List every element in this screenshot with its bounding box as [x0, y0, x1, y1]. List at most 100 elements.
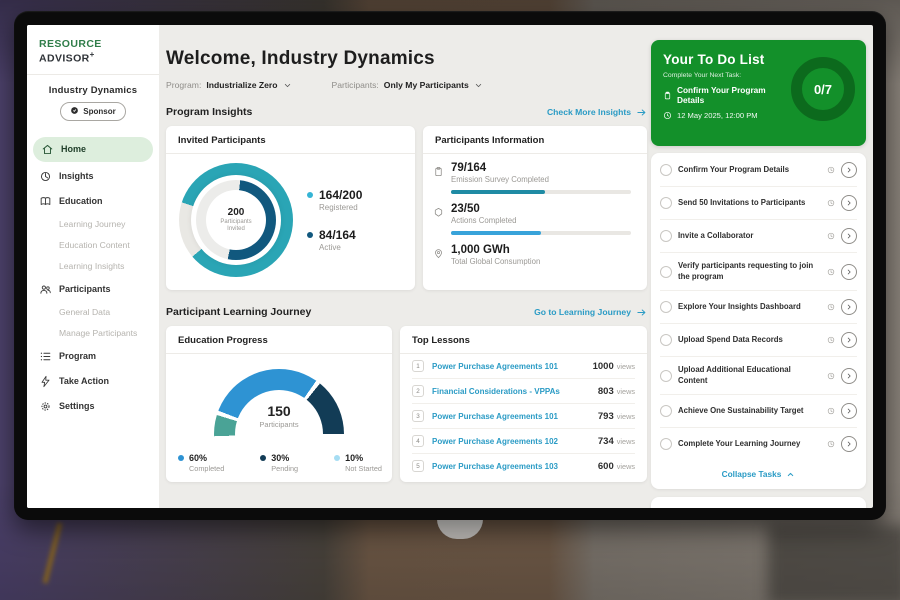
task-open-button[interactable] — [841, 195, 857, 211]
task-row-upload-educational-content[interactable]: Upload Additional Educational Content — [660, 357, 857, 395]
top-lessons-card: Top Lessons 1 Power Purchase Agreements … — [400, 326, 647, 482]
task-checkbox[interactable] — [660, 164, 672, 176]
task-label: Verify participants requesting to join t… — [678, 261, 821, 282]
chevron-right-icon — [845, 336, 853, 344]
task-row-complete-learning-journey[interactable]: Complete Your Learning Journey — [660, 428, 857, 460]
check-more-insights-link[interactable]: Check More Insights — [547, 107, 647, 118]
task-open-button[interactable] — [841, 436, 857, 452]
filters-row: Program: Industrialize Zero Participants… — [166, 80, 647, 90]
book-icon — [39, 195, 52, 208]
sidebar-item-program[interactable]: Program — [27, 344, 159, 369]
people-icon — [39, 283, 52, 296]
sponsor-badge-label: Sponsor — [83, 107, 115, 116]
insights-cards-row: Invited Participants 200 Participants In… — [166, 126, 647, 290]
program-filter-label: Program: — [166, 80, 201, 90]
task-checkbox[interactable] — [660, 301, 672, 313]
task-open-button[interactable] — [841, 332, 857, 348]
sponsor-badge[interactable]: Sponsor — [60, 102, 126, 121]
task-open-button[interactable] — [841, 368, 857, 384]
task-open-button[interactable] — [841, 299, 857, 315]
participants-filter-value: Only My Participants — [384, 80, 469, 90]
sidebar-item-general-data[interactable]: General Data — [27, 302, 159, 323]
chevron-right-icon — [845, 166, 853, 174]
sidebar-item-education[interactable]: Education — [27, 189, 159, 214]
stat-label: Emission Survey Completed — [451, 175, 549, 184]
legend-value: 84/164 — [319, 228, 356, 242]
donut-center-label: Participants Invited — [214, 219, 258, 234]
clock-icon — [827, 407, 835, 415]
program-insights-header: Program Insights Check More Insights — [166, 106, 647, 118]
task-checkbox[interactable] — [660, 438, 672, 450]
lesson-rank: 4 — [412, 435, 424, 447]
task-open-button[interactable] — [841, 162, 857, 178]
legend-label: Registered — [319, 203, 362, 212]
main-content: Welcome, Industry Dynamics Program: Indu… — [166, 25, 647, 508]
participants-filter[interactable]: Participants: Only My Participants — [332, 80, 483, 90]
task-row-invite-collaborator[interactable]: Invite a Collaborator — [660, 220, 857, 253]
legend-completed: 60% Completed — [178, 453, 224, 473]
stat-value: 23/50 — [451, 203, 516, 215]
go-to-learning-journey-link[interactable]: Go to Learning Journey — [534, 307, 647, 318]
task-checkbox[interactable] — [660, 230, 672, 242]
task-open-button[interactable] — [841, 228, 857, 244]
lesson-link[interactable]: Power Purchase Agreements 101 — [432, 412, 598, 421]
sidebar-item-education-content[interactable]: Education Content — [27, 235, 159, 256]
task-checkbox[interactable] — [660, 197, 672, 209]
lesson-link[interactable]: Power Purchase Agreements 103 — [432, 462, 598, 471]
logo-resource: RESOURCE — [39, 38, 102, 50]
task-checkbox[interactable] — [660, 334, 672, 346]
task-checkbox[interactable] — [660, 370, 672, 382]
todo-task-list: Confirm Your Program Details Send 50 Inv… — [651, 153, 866, 489]
legend-dot — [178, 455, 184, 461]
task-checkbox[interactable] — [660, 266, 672, 278]
sidebar-item-label: Home — [61, 144, 86, 154]
lesson-rank: 3 — [412, 410, 424, 422]
chevron-right-icon — [845, 440, 853, 448]
task-row-upload-spend-data[interactable]: Upload Spend Data Records — [660, 324, 857, 357]
home-icon — [41, 143, 54, 156]
learning-cards-row: Education Progress 150 Participants 60% — [166, 326, 647, 482]
task-row-achieve-sustainability-target[interactable]: Achieve One Sustainability Target — [660, 395, 857, 428]
org-name: Industry Dynamics — [27, 85, 159, 96]
hexagon-icon — [433, 207, 444, 218]
task-row-send-invitations[interactable]: Send 50 Invitations to Participants — [660, 187, 857, 220]
task-row-confirm-program-details[interactable]: Confirm Your Program Details — [660, 154, 857, 187]
sidebar-item-learning-journey[interactable]: Learning Journey — [27, 214, 159, 235]
lesson-views: 803 — [598, 386, 614, 397]
sidebar-item-settings[interactable]: Settings — [27, 394, 159, 419]
learning-journey-header: Participant Learning Journey Go to Learn… — [166, 306, 647, 318]
collapse-tasks-link[interactable]: Collapse Tasks — [660, 460, 857, 488]
clock-icon — [827, 372, 835, 380]
lesson-row: 3 Power Purchase Agreements 101 793 view… — [412, 404, 635, 429]
sidebar-item-manage-participants[interactable]: Manage Participants — [27, 323, 159, 344]
sidebar-item-label: Education — [59, 196, 103, 206]
lesson-link[interactable]: Power Purchase Agreements 102 — [432, 437, 598, 446]
card-title: Top Lessons — [400, 326, 647, 354]
collapse-label: Collapse Tasks — [722, 469, 782, 479]
task-checkbox[interactable] — [660, 405, 672, 417]
sidebar-item-participants[interactable]: Participants — [27, 277, 159, 302]
task-label: Achieve One Sustainability Target — [678, 406, 821, 417]
task-row-explore-insights[interactable]: Explore Your Insights Dashboard — [660, 291, 857, 324]
lesson-link[interactable]: Financial Considerations - VPPAs — [432, 387, 598, 396]
chevron-right-icon — [845, 407, 853, 415]
sidebar-item-insights[interactable]: Insights — [27, 164, 159, 189]
sidebar-item-learning-insights[interactable]: Learning Insights — [27, 256, 159, 277]
insights-icon — [39, 170, 52, 183]
task-open-button[interactable] — [841, 403, 857, 419]
sidebar-item-home[interactable]: Home — [33, 137, 153, 162]
participants-filter-label: Participants: — [332, 80, 379, 90]
program-filter[interactable]: Program: Industrialize Zero — [166, 80, 292, 90]
legend-label: Pending — [271, 464, 298, 473]
todo-counter-ring: 0/7 — [791, 57, 855, 121]
education-progress-card: Education Progress 150 Participants 60% — [166, 326, 392, 482]
lesson-link[interactable]: Power Purchase Agreements 101 — [432, 362, 593, 371]
chevron-right-icon — [845, 199, 853, 207]
task-open-button[interactable] — [841, 264, 857, 280]
todo-next-task: Confirm Your Program Details — [663, 85, 795, 105]
legend-pending: 30% Pending — [260, 453, 298, 473]
sidebar-item-label: Learning Insights — [59, 261, 124, 271]
background-streak — [43, 522, 63, 583]
task-row-verify-participants[interactable]: Verify participants requesting to join t… — [660, 253, 857, 291]
sidebar-item-take-action[interactable]: Take Action — [27, 369, 159, 394]
